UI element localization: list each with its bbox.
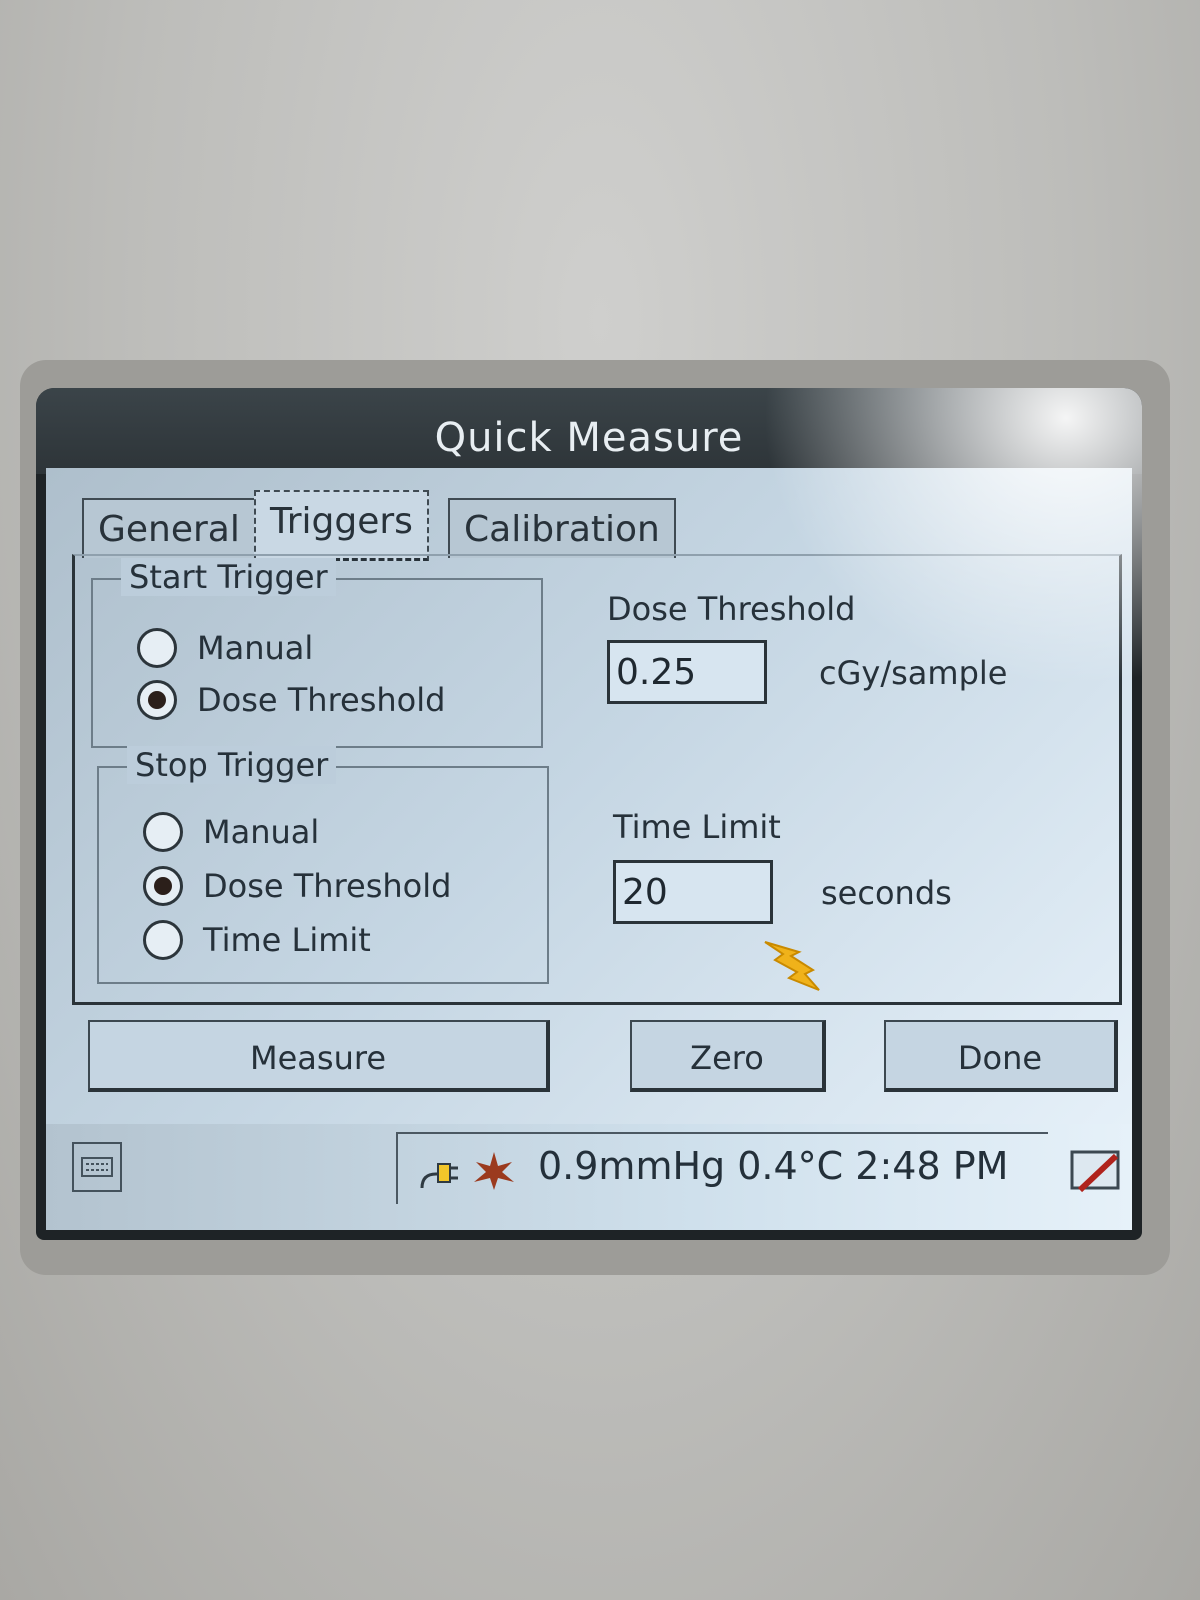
tab-general-label: General [98, 509, 240, 550]
start-manual-label: Manual [197, 629, 314, 667]
time-limit-unit: seconds [821, 874, 952, 912]
dose-threshold-unit: cGy/sample [819, 654, 1008, 692]
tab-calibration-label: Calibration [464, 509, 660, 550]
dialog-client-area: General Triggers Calibration Start Trigg… [46, 468, 1132, 1230]
tab-general[interactable]: General [82, 498, 256, 558]
window-title: Quick Measure [36, 388, 1142, 474]
network-icon [474, 1152, 514, 1190]
stop-time-limit-radio[interactable] [143, 920, 183, 960]
wait-cursor-icon [764, 941, 820, 991]
start-trigger-title: Start Trigger [121, 558, 336, 596]
pen-input-icon[interactable] [1066, 1142, 1126, 1202]
start-dose-threshold-label: Dose Threshold [197, 681, 446, 719]
dose-threshold-field[interactable] [607, 640, 767, 704]
device-screen: Quick Measure General Triggers Calibrati… [36, 388, 1142, 1240]
stop-dose-threshold-label: Dose Threshold [203, 867, 452, 905]
stop-dose-threshold-radio[interactable] [143, 866, 183, 906]
stop-time-limit-label: Time Limit [203, 921, 371, 959]
measure-button[interactable]: Measure [88, 1020, 550, 1092]
tab-triggers-label: Triggers [270, 501, 413, 542]
done-button[interactable]: Done [884, 1020, 1118, 1092]
keyboard-icon[interactable] [72, 1142, 122, 1192]
triggers-tab-panel: Start Trigger Manual Dose Threshold Stop… [72, 554, 1122, 1005]
dose-threshold-input[interactable] [610, 643, 764, 701]
status-bar: 0.9mmHg 0.4°C 2:48 PM [46, 1124, 1132, 1230]
start-trigger-group: Start Trigger Manual Dose Threshold [91, 558, 543, 748]
tab-triggers[interactable]: Triggers [254, 490, 429, 561]
tab-calibration[interactable]: Calibration [448, 498, 676, 558]
time-limit-input[interactable] [616, 863, 770, 921]
zero-button[interactable]: Zero [630, 1020, 826, 1092]
time-limit-label: Time Limit [613, 808, 781, 846]
power-plug-icon [420, 1163, 458, 1189]
stop-manual-radio[interactable] [143, 812, 183, 852]
stop-trigger-group: Stop Trigger Manual Dose Threshold Time … [97, 746, 549, 984]
time-limit-field[interactable] [613, 860, 773, 924]
start-manual-radio[interactable] [137, 628, 177, 668]
dose-threshold-label: Dose Threshold [607, 590, 856, 628]
stop-manual-label: Manual [203, 813, 320, 851]
start-dose-threshold-radio[interactable] [137, 680, 177, 720]
stop-trigger-title: Stop Trigger [127, 746, 337, 784]
system-tray: 0.9mmHg 0.4°C 2:48 PM [396, 1132, 1048, 1204]
status-readout: 0.9mmHg 0.4°C 2:48 PM [538, 1144, 1009, 1188]
